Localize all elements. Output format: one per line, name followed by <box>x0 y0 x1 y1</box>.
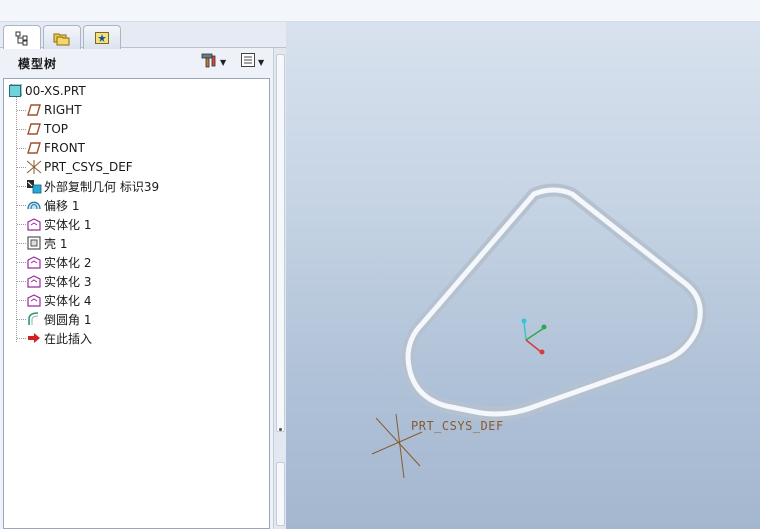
tree-item-label: 倒圆角 1 <box>44 312 92 327</box>
tree-item-label: FRONT <box>44 141 85 155</box>
model-tree: 00-XS.PRT RIGHT TOP FRONT PRT_CSYS_DEF 外… <box>3 78 270 529</box>
shell-icon <box>26 235 42 251</box>
tree-item-front[interactable]: FRONT <box>26 139 85 157</box>
list-icon <box>240 52 256 72</box>
chevron-down-icon: ▼ <box>258 57 265 67</box>
tree-item-csys[interactable]: PRT_CSYS_DEF <box>26 158 133 176</box>
tree-item-label: 外部复制几何 标识39 <box>44 179 160 194</box>
datum-plane-icon <box>26 102 42 118</box>
model-tree-tab[interactable] <box>3 25 41 49</box>
part-outline-highlight <box>401 183 707 421</box>
datum-plane-icon <box>26 121 42 137</box>
tree-item-label: 实体化 4 <box>44 293 92 308</box>
tree-item-solidify-1[interactable]: 实体化 1 <box>26 215 91 233</box>
tree-item-label: 壳 1 <box>44 236 68 251</box>
tree-item-root[interactable]: 00-XS.PRT <box>7 82 86 100</box>
tree-item-right[interactable]: RIGHT <box>26 101 82 119</box>
insert-here-arrow-icon <box>26 330 42 346</box>
chevron-down-icon: ▼ <box>220 57 227 67</box>
panel-splitter[interactable] <box>273 48 286 529</box>
tree-item-label: 实体化 3 <box>44 274 92 289</box>
tree-item-label: 偏移 1 <box>44 198 80 213</box>
navigator-panel: 模型树 ▼ ▼ 00-XS.PRT RIGHT TOP FRONT PRT_CS… <box>0 22 286 529</box>
tree-item-solidify-2[interactable]: 实体化 2 <box>26 253 91 271</box>
part-outline-top-edge <box>405 187 703 417</box>
round-icon <box>26 311 42 327</box>
external-copy-geom-icon <box>26 178 42 194</box>
spin-center-triad <box>521 318 547 355</box>
tree-item-label: TOP <box>44 122 69 136</box>
tree-item-external-copy[interactable]: 外部复制几何 标识39 <box>26 177 159 195</box>
tree-item-label: 在此插入 <box>44 331 93 346</box>
tree-item-round[interactable]: 倒圆角 1 <box>26 310 91 328</box>
tree-item-solidify-4[interactable]: 实体化 4 <box>26 291 91 309</box>
model-view <box>371 183 707 479</box>
tree-connector <box>16 97 17 342</box>
hammer-icon <box>200 52 218 72</box>
tree-item-solidify-3[interactable]: 实体化 3 <box>26 272 91 290</box>
solidify-icon <box>26 216 42 232</box>
tree-item-label: PRT_CSYS_DEF <box>44 160 133 174</box>
navigator-tabs <box>0 22 286 49</box>
part-outline-shade <box>401 183 707 421</box>
solidify-icon <box>26 254 42 270</box>
top-toolbar-strip <box>0 0 760 22</box>
solidify-icon <box>26 292 42 308</box>
part-icon <box>7 83 23 99</box>
star-icon <box>94 30 110 46</box>
tree-item-label: 实体化 1 <box>44 217 92 232</box>
datum-plane-icon <box>26 140 42 156</box>
tree-item-insert-here[interactable]: 在此插入 <box>26 329 92 347</box>
tree-item-label: 实体化 2 <box>44 255 92 270</box>
folders-icon <box>53 30 71 46</box>
model-tree-title: 模型树 <box>18 57 58 71</box>
tree-item-top[interactable]: TOP <box>26 120 68 138</box>
offset-icon <box>26 197 42 213</box>
tree-item-shell[interactable]: 壳 1 <box>26 234 67 252</box>
tree-show-button[interactable]: ▼ <box>240 53 264 71</box>
csys-icon <box>26 159 42 175</box>
tree-item-label: 00-XS.PRT <box>25 84 86 98</box>
graphics-viewport[interactable]: PRT_CSYS_DEF <box>286 22 760 529</box>
favorites-tab[interactable] <box>83 25 121 49</box>
splitter-grip[interactable] <box>279 428 282 431</box>
model-tree-header: 模型树 ▼ ▼ <box>0 49 286 75</box>
solidify-icon <box>26 273 42 289</box>
tree-item-label: RIGHT <box>44 103 82 117</box>
tree-settings-button[interactable]: ▼ <box>200 53 226 71</box>
folder-browser-tab[interactable] <box>43 25 81 49</box>
tree-item-offset[interactable]: 偏移 1 <box>26 196 79 214</box>
tree-icon <box>14 30 30 46</box>
csys-label: PRT_CSYS_DEF <box>411 419 504 433</box>
